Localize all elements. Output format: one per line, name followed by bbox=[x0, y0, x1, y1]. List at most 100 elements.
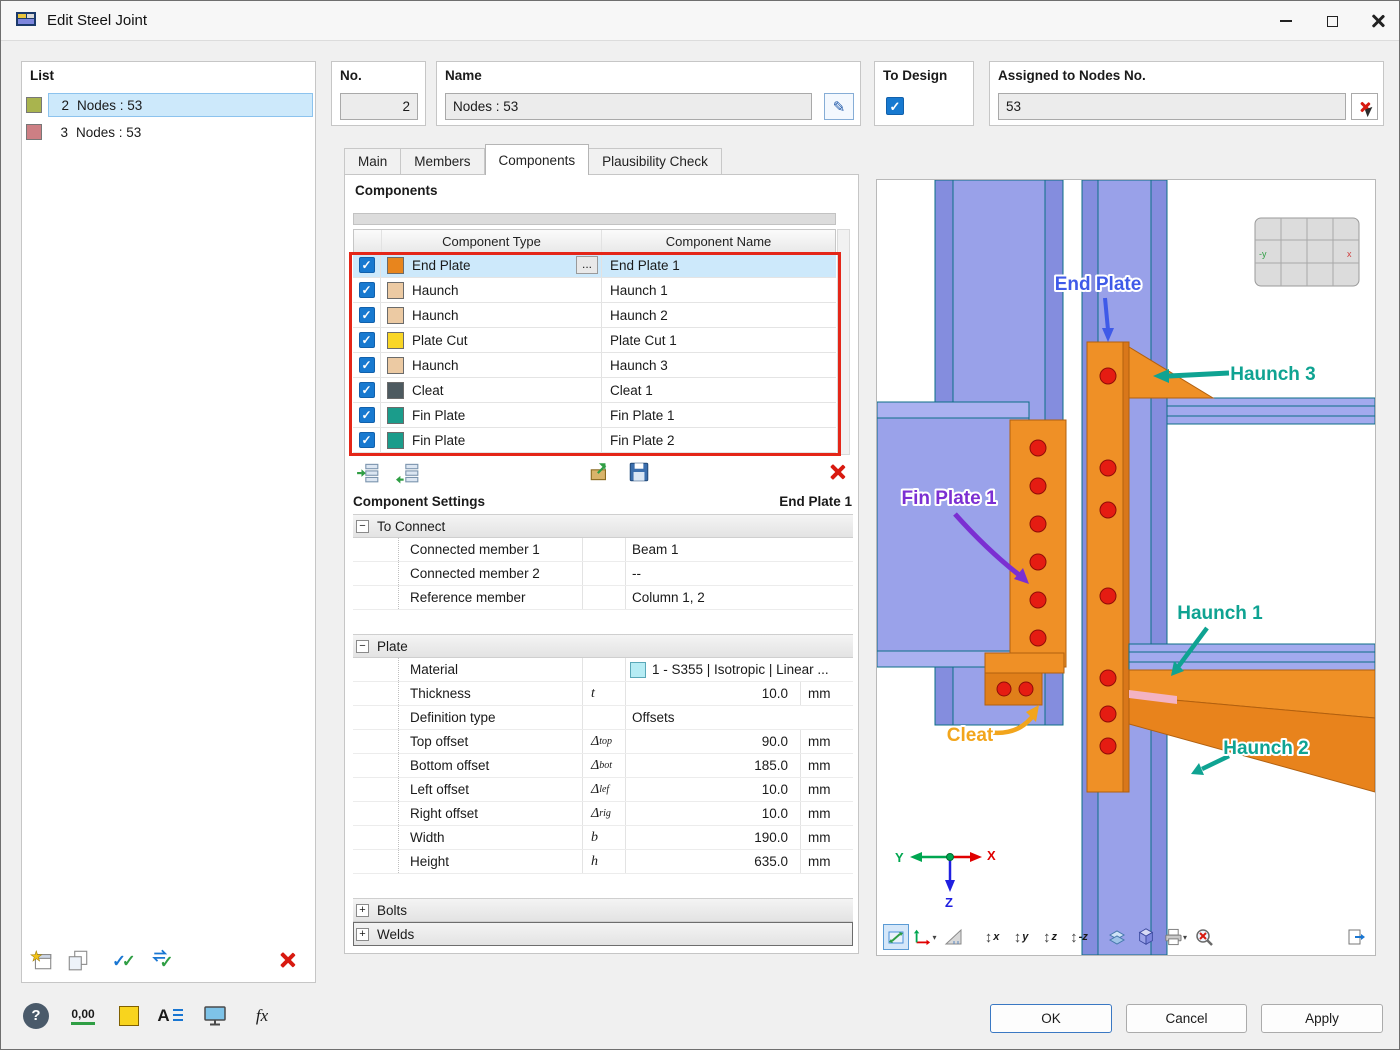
component-row-end-plate-1[interactable]: End Plate ... End Plate 1 bbox=[353, 253, 836, 278]
list-item-joint-3[interactable]: 3 Nodes : 53 bbox=[24, 119, 313, 145]
settings-row-top-offset[interactable]: Top offset Δtop 90.0 mm bbox=[353, 730, 853, 754]
select-nodes-button[interactable] bbox=[1351, 93, 1378, 120]
setting-value[interactable]: 10.0 bbox=[625, 682, 800, 705]
section-to-connect[interactable]: − To Connect bbox=[353, 514, 853, 538]
row-checkbox[interactable] bbox=[358, 307, 375, 323]
setting-value[interactable]: Beam 1 bbox=[625, 538, 853, 561]
row-options-button[interactable]: ... bbox=[576, 256, 598, 274]
apply-button[interactable]: Apply bbox=[1261, 1004, 1383, 1033]
row-checkbox[interactable] bbox=[358, 382, 375, 398]
expand-icon[interactable]: + bbox=[356, 903, 369, 917]
visibility-button[interactable] bbox=[1104, 924, 1130, 950]
cancel-zoom-button[interactable] bbox=[1191, 924, 1217, 950]
assigned-nodes-input[interactable]: 53 bbox=[998, 93, 1346, 120]
component-row-fin-plate-1[interactable]: Fin Plate Fin Plate 1 bbox=[353, 403, 836, 428]
row-checkbox[interactable] bbox=[358, 407, 375, 423]
section-plate[interactable]: − Plate bbox=[353, 634, 853, 658]
component-row-haunch-1[interactable]: Haunch Haunch 1 bbox=[353, 278, 836, 303]
section-welds[interactable]: + Welds bbox=[353, 922, 853, 946]
settings-row-definition-type[interactable]: Definition type Offsets bbox=[353, 706, 853, 730]
settings-row-material[interactable]: Material 1 - S355 | Isotropic | Linear .… bbox=[353, 658, 853, 682]
tab-components[interactable]: Components bbox=[484, 144, 590, 175]
view-z-button[interactable]: ↕ z bbox=[1037, 924, 1063, 950]
isometric-view-button[interactable] bbox=[1133, 924, 1159, 950]
settings-row-height[interactable]: Height h 635.0 mm bbox=[353, 850, 853, 874]
reorder-component-button[interactable] bbox=[395, 459, 421, 485]
decimal-places-button[interactable]: 0,00 bbox=[63, 1000, 103, 1031]
no-input[interactable]: 2 bbox=[340, 93, 418, 120]
row-checkbox[interactable] bbox=[358, 257, 375, 273]
list-item-joint-2[interactable]: 2 Nodes : 53 bbox=[24, 92, 313, 118]
settings-row-right-offset[interactable]: Right offset Δrig 10.0 mm bbox=[353, 802, 853, 826]
settings-row-left-offset[interactable]: Left offset Δlef 10.0 mm bbox=[353, 778, 853, 802]
row-checkbox[interactable] bbox=[358, 357, 375, 373]
settings-row-connected-member-1[interactable]: Connected member 1 Beam 1 bbox=[353, 538, 853, 562]
fonts-button[interactable]: A bbox=[151, 1000, 189, 1031]
formula-button[interactable]: fx bbox=[245, 1000, 279, 1031]
row-checkbox[interactable] bbox=[358, 432, 375, 448]
navigation-widget[interactable]: -y x bbox=[1254, 217, 1360, 287]
header-component-name[interactable]: Component Name bbox=[602, 230, 835, 252]
save-component-button[interactable] bbox=[626, 459, 652, 485]
tab-members[interactable]: Members bbox=[401, 148, 485, 175]
component-row-cleat-1[interactable]: Cleat Cleat 1 bbox=[353, 378, 836, 403]
setting-value[interactable]: 90.0 bbox=[625, 730, 800, 753]
settings-row-connected-member-2[interactable]: Connected member 2 -- bbox=[353, 562, 853, 586]
components-vscrollbar[interactable] bbox=[837, 229, 850, 455]
setting-value[interactable]: 190.0 bbox=[625, 826, 800, 849]
import-component-button[interactable] bbox=[587, 459, 613, 485]
setting-value[interactable]: 10.0 bbox=[625, 802, 800, 825]
detach-view-button[interactable] bbox=[1343, 924, 1369, 950]
view-minus-z-button[interactable]: ↕ -z bbox=[1066, 924, 1092, 950]
print-button[interactable]: ▾ bbox=[1162, 924, 1188, 950]
view-y-button[interactable]: ↕ y bbox=[1008, 924, 1034, 950]
minimize-button[interactable] bbox=[1263, 1, 1309, 41]
setting-value[interactable]: Offsets bbox=[625, 706, 853, 729]
settings-row-width[interactable]: Width b 190.0 mm bbox=[353, 826, 853, 850]
settings-row-reference-member[interactable]: Reference member Column 1, 2 bbox=[353, 586, 853, 610]
setting-value[interactable]: 10.0 bbox=[625, 778, 800, 801]
tab-plausibility-check[interactable]: Plausibility Check bbox=[589, 148, 722, 175]
setting-value[interactable]: 185.0 bbox=[625, 754, 800, 777]
components-hscrollbar[interactable] bbox=[353, 213, 836, 225]
name-input[interactable]: Nodes : 53 bbox=[445, 93, 812, 120]
rename-button[interactable]: ✎ bbox=[824, 93, 854, 120]
row-checkbox[interactable] bbox=[358, 282, 375, 298]
coordinate-system-button[interactable]: ▾ bbox=[912, 924, 938, 950]
cancel-button[interactable]: Cancel bbox=[1126, 1004, 1247, 1033]
invert-check-button[interactable]: ✓ bbox=[150, 946, 178, 974]
delete-joint-button[interactable] bbox=[273, 946, 301, 974]
colors-button[interactable] bbox=[113, 1000, 145, 1031]
new-joint-button[interactable]: ★ bbox=[28, 946, 56, 974]
measure-button[interactable] bbox=[941, 924, 967, 950]
header-component-type[interactable]: Component Type bbox=[382, 230, 603, 252]
maximize-button[interactable] bbox=[1309, 1, 1355, 41]
expand-icon[interactable]: + bbox=[356, 927, 369, 941]
insert-component-button[interactable] bbox=[355, 459, 381, 485]
settings-row-bottom-offset[interactable]: Bottom offset Δbot 185.0 mm bbox=[353, 754, 853, 778]
setting-value[interactable]: Column 1, 2 bbox=[625, 586, 853, 609]
tab-main[interactable]: Main bbox=[344, 148, 402, 175]
collapse-icon[interactable]: − bbox=[356, 519, 369, 533]
setting-value[interactable]: -- bbox=[625, 562, 853, 585]
collapse-icon[interactable]: − bbox=[356, 639, 369, 653]
model-viewport[interactable]: -y x Y X Z End Plate Haunch 3 Fin Plate … bbox=[876, 179, 1376, 956]
close-button[interactable] bbox=[1355, 1, 1399, 41]
settings-row-thickness[interactable]: Thickness t 10.0 mm bbox=[353, 682, 853, 706]
copy-joint-button[interactable] bbox=[64, 946, 92, 974]
component-row-haunch-3[interactable]: Haunch Haunch 3 bbox=[353, 353, 836, 378]
component-row-haunch-2[interactable]: Haunch Haunch 2 bbox=[353, 303, 836, 328]
delete-components-button[interactable] bbox=[824, 459, 850, 485]
component-row-plate-cut-1[interactable]: Plate Cut Plate Cut 1 bbox=[353, 328, 836, 353]
ok-button[interactable]: OK bbox=[990, 1004, 1112, 1033]
to-design-checkbox[interactable] bbox=[886, 97, 904, 115]
view-x-button[interactable]: ↕ x bbox=[979, 924, 1005, 950]
fit-view-button[interactable] bbox=[883, 924, 909, 950]
component-row-fin-plate-2[interactable]: Fin Plate Fin Plate 2 bbox=[353, 428, 836, 453]
section-bolts[interactable]: + Bolts bbox=[353, 898, 853, 922]
row-checkbox[interactable] bbox=[358, 332, 375, 348]
setting-value[interactable]: 635.0 bbox=[625, 850, 800, 873]
help-button[interactable]: ? bbox=[21, 1000, 51, 1031]
display-settings-button[interactable] bbox=[197, 1000, 233, 1031]
check-all-button[interactable]: ✓ ✓ bbox=[110, 946, 138, 974]
